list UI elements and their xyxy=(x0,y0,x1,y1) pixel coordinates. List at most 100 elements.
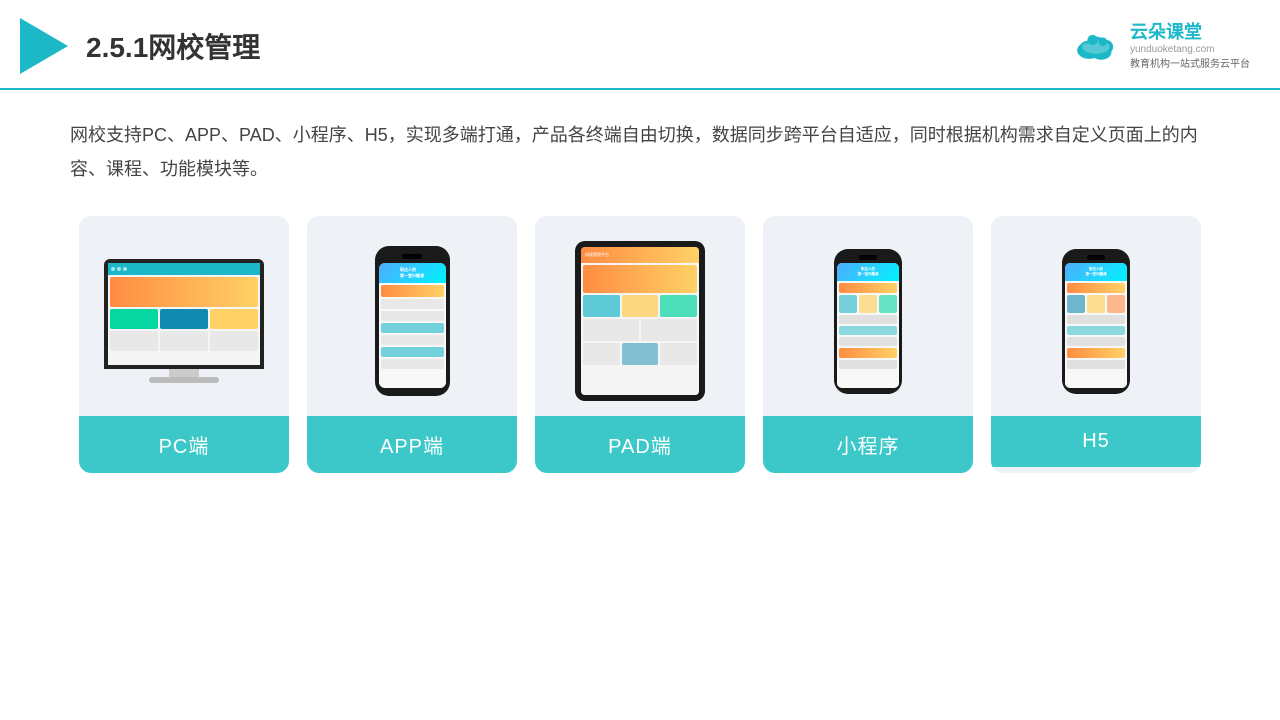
tablet-header-text: 网校管理平台 xyxy=(585,252,609,258)
page-header: 2.5.1网校管理 云朵课堂 yunduoketang.com 教育机构一站 xyxy=(0,0,1280,90)
tablet-header: 网校管理平台 xyxy=(581,247,699,263)
miniapp-notch xyxy=(859,255,877,260)
h5-header-text: 职达人的第一堂兴趣课 xyxy=(1086,267,1107,276)
pc-banner xyxy=(110,277,258,307)
miniapp-row1 xyxy=(839,283,897,293)
pc-dot2 xyxy=(117,267,121,271)
miniapp-phone-mockup: 职达人的第一堂兴趣课 xyxy=(834,249,902,394)
tablet-item3 xyxy=(660,295,697,317)
tablet-row3 xyxy=(583,343,697,365)
h5-grid xyxy=(1067,295,1125,313)
miniapp-screen: 职达人的第一堂兴趣课 xyxy=(837,263,899,388)
h5-grid1 xyxy=(1067,295,1085,313)
tablet-item6 xyxy=(583,343,620,365)
miniapp-header: 职达人的第一堂兴趣课 xyxy=(837,263,899,281)
h5-body xyxy=(1065,281,1127,388)
phone-row1 xyxy=(381,285,444,297)
card-pc: PC端 xyxy=(79,216,289,473)
tablet-item4 xyxy=(583,319,639,341)
h5-row3 xyxy=(1067,326,1125,335)
h5-grid2 xyxy=(1087,295,1105,313)
phone-row5 xyxy=(381,335,444,345)
card-pad-label: PAD端 xyxy=(535,416,745,473)
h5-phone-mockup: 职达人的第一堂兴趣课 xyxy=(1062,249,1130,394)
h5-header: 职达人的第一堂兴趣课 xyxy=(1065,263,1127,281)
card-pad: 网校管理平台 xyxy=(535,216,745,473)
brand-url: yunduoketang.com xyxy=(1130,44,1250,55)
pc-cards-row2 xyxy=(110,331,258,351)
card-miniapp-image: 职达人的第一堂兴趣课 xyxy=(763,216,973,416)
pc-mini5 xyxy=(160,331,208,351)
tablet-row1 xyxy=(583,295,697,317)
pc-mini4 xyxy=(110,331,158,351)
phone-header-text: 职达人的第一堂兴趣课 xyxy=(400,267,424,279)
logo-triangle-icon xyxy=(20,18,68,74)
card-pc-label: PC端 xyxy=(79,416,289,473)
card-app-label: APP端 xyxy=(307,416,517,473)
miniapp-row4 xyxy=(839,337,897,346)
card-h5-image: 职达人的第一堂兴趣课 xyxy=(991,216,1201,416)
tablet-item5 xyxy=(641,319,697,341)
pad-mockup: 网校管理平台 xyxy=(575,241,705,401)
phone-body xyxy=(379,283,446,388)
miniapp-grid xyxy=(839,295,897,313)
miniapp-row6 xyxy=(839,360,897,369)
miniapp-body xyxy=(837,281,899,388)
tablet-screen: 网校管理平台 xyxy=(581,247,699,395)
main-content: 网校支持PC、APP、PAD、小程序、H5，实现多端打通，产品各终端自由切换，数… xyxy=(0,90,1280,493)
card-pc-image xyxy=(79,216,289,416)
miniapp-header-text: 职达人的第一堂兴趣课 xyxy=(858,267,879,276)
miniapp-row3 xyxy=(839,326,897,335)
miniapp-grid3 xyxy=(879,295,897,313)
brand-info: 云朵课堂 yunduoketang.com 教育机构一站式服务云平台 xyxy=(1130,22,1250,70)
card-pad-image: 网校管理平台 xyxy=(535,216,745,416)
brand-tagline: 教育机构一站式服务云平台 xyxy=(1130,55,1250,70)
tablet-banner xyxy=(583,265,697,293)
header-left: 2.5.1网校管理 xyxy=(20,18,260,74)
miniapp-grid2 xyxy=(859,295,877,313)
h5-row4 xyxy=(1067,337,1125,346)
phone-screen: 职达人的第一堂兴趣课 xyxy=(379,263,446,388)
description-text: 网校支持PC、APP、PAD、小程序、H5，实现多端打通，产品各终端自由切换，数… xyxy=(70,118,1210,186)
app-phone-mockup: 职达人的第一堂兴趣课 xyxy=(375,246,450,396)
pc-mini2 xyxy=(160,309,208,329)
pc-content xyxy=(108,275,260,365)
pc-base xyxy=(149,377,219,383)
pc-mini6 xyxy=(210,331,258,351)
h5-row1 xyxy=(1067,283,1125,293)
card-h5-label: H5 xyxy=(991,416,1201,467)
phone-notch xyxy=(402,254,422,259)
card-app-image: 职达人的第一堂兴趣课 xyxy=(307,216,517,416)
h5-grid3 xyxy=(1107,295,1125,313)
card-h5: 职达人的第一堂兴趣课 xyxy=(991,216,1201,473)
card-miniapp: 职达人的第一堂兴趣课 xyxy=(763,216,973,473)
pc-neck xyxy=(169,369,199,377)
pc-mini3 xyxy=(210,309,258,329)
phone-row3 xyxy=(381,311,444,321)
pc-dot3 xyxy=(123,267,127,271)
platform-cards: PC端 职达人的第一堂兴趣课 xyxy=(70,216,1210,473)
h5-row2 xyxy=(1067,315,1125,324)
card-miniapp-label: 小程序 xyxy=(763,416,973,473)
tablet-row2 xyxy=(583,319,697,341)
tablet-body xyxy=(581,263,699,395)
header-right: 云朵课堂 yunduoketang.com 教育机构一站式服务云平台 xyxy=(1070,22,1250,70)
phone-row6 xyxy=(381,347,444,357)
pc-mini1 xyxy=(110,309,158,329)
pc-mockup xyxy=(104,259,264,383)
tablet-item8 xyxy=(660,343,697,365)
miniapp-grid1 xyxy=(839,295,857,313)
brand-logo: 云朵课堂 yunduoketang.com 教育机构一站式服务云平台 xyxy=(1070,22,1250,70)
pc-monitor xyxy=(104,259,264,369)
phone-header: 职达人的第一堂兴趣课 xyxy=(379,263,446,283)
h5-row5 xyxy=(1067,348,1125,358)
pc-cards-row1 xyxy=(110,309,258,329)
h5-screen: 职达人的第一堂兴趣课 xyxy=(1065,263,1127,388)
page-title: 2.5.1网校管理 xyxy=(86,26,260,66)
pc-dot1 xyxy=(111,267,115,271)
tablet-item1 xyxy=(583,295,620,317)
phone-row4 xyxy=(381,323,444,333)
tablet-item7 xyxy=(622,343,659,365)
phone-row7 xyxy=(381,359,444,369)
brand-name: 云朵课堂 xyxy=(1130,22,1250,44)
